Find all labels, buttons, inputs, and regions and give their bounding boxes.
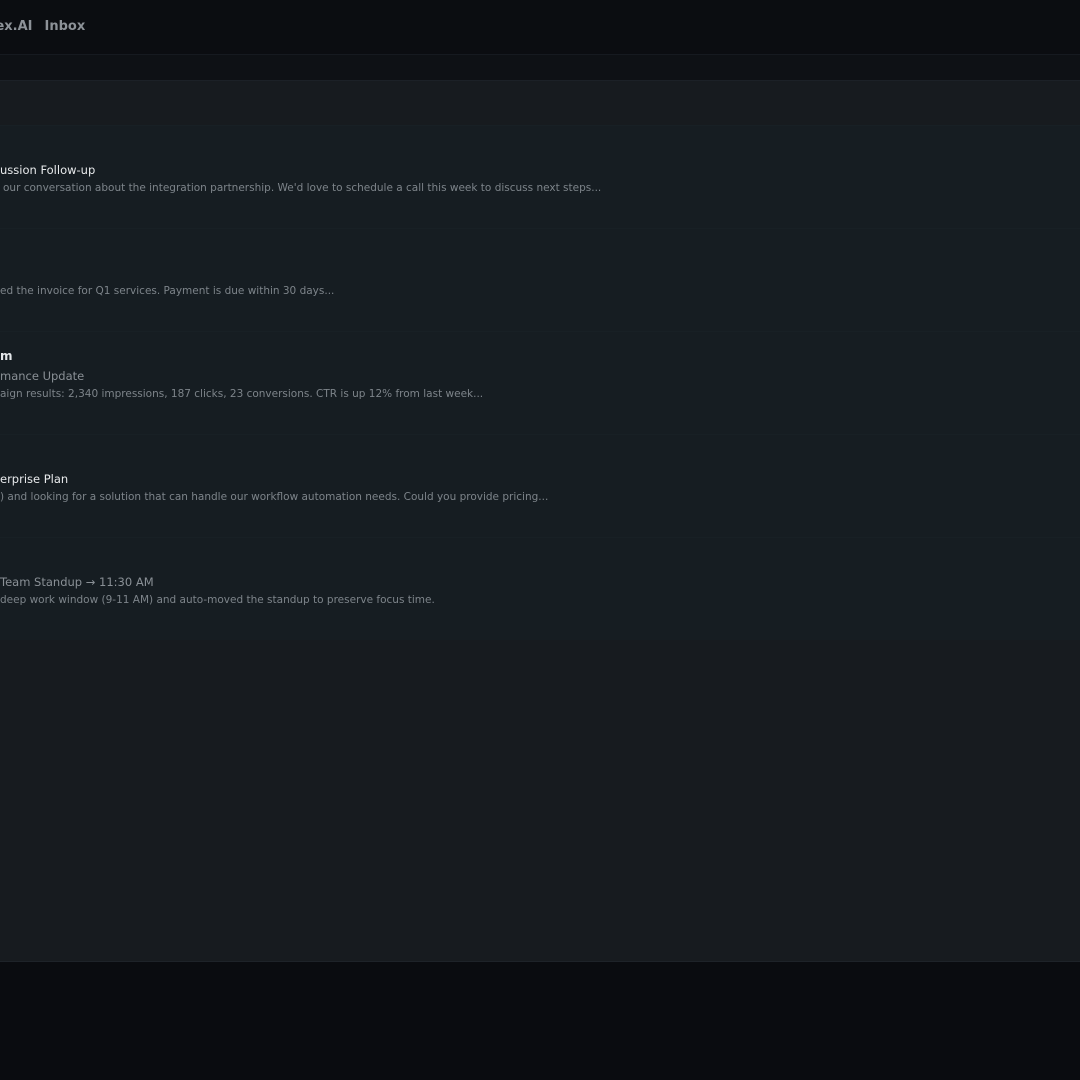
message-subject: erprise Plan — [0, 472, 69, 486]
message-preview: our conversation about the integration p… — [3, 182, 602, 194]
message-subject: Team Standup → 11:30 AM — [0, 575, 154, 589]
message-sender: m — [0, 349, 13, 363]
message-item[interactable]: ussion Follow-up our conversation about … — [0, 125, 1080, 228]
message-preview: ed the invoice for Q1 services. Payment … — [0, 285, 335, 297]
message-item[interactable]: erprise Plan ) and looking for a solutio… — [0, 434, 1080, 537]
message-preview: ) and looking for a solution that can ha… — [0, 491, 549, 503]
message-item[interactable]: ed the invoice for Q1 services. Payment … — [0, 228, 1080, 331]
toolbar — [0, 55, 1080, 81]
brand-breadcrumb: lex.AI Inbox — [0, 19, 85, 34]
top-bar: lex.AI Inbox — [0, 0, 1080, 55]
message-subject: ussion Follow-up — [0, 163, 96, 177]
footer-area — [0, 962, 1080, 1080]
list-header — [0, 81, 1080, 125]
app-name[interactable]: lex.AI — [0, 19, 33, 34]
message-subject: mance Update — [0, 369, 85, 383]
app-window: lex.AI Inbox ussion Follow-up our convers… — [0, 0, 1080, 1080]
inbox-link[interactable]: Inbox — [45, 19, 86, 34]
message-list-pane: ussion Follow-up our conversation about … — [0, 81, 1080, 962]
message-preview: deep work window (9-11 AM) and auto-move… — [0, 594, 435, 606]
message-item[interactable]: Team Standup → 11:30 AM deep work window… — [0, 537, 1080, 640]
message-preview: aign results: 2,340 impressions, 187 cli… — [0, 388, 484, 400]
message-item[interactable]: m mance Update aign results: 2,340 impre… — [0, 331, 1080, 434]
